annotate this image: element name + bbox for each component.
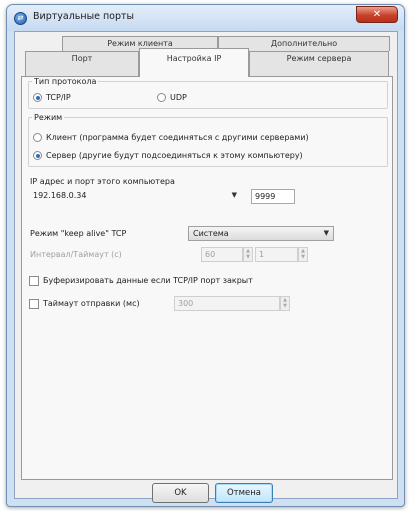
- chevron-down-icon: ▼: [231, 191, 237, 199]
- radio-client-label: Клиент (программа будет соединяться с др…: [46, 133, 309, 142]
- radio-server-label: Сервер (другие будут подсоединяться к эт…: [46, 151, 303, 160]
- radio-client[interactable]: [33, 133, 42, 142]
- keepalive-value: Система: [193, 229, 229, 238]
- dialog-client: Режим клиента Дополнительно Порт Настрой…: [14, 31, 398, 503]
- send-timeout-label: Таймаут отправки (мс): [43, 299, 140, 308]
- timeout-input[interactable]: 1: [255, 247, 298, 262]
- window-title: Виртуальные порты: [33, 11, 135, 22]
- port-input[interactable]: 9999: [251, 189, 295, 204]
- keepalive-select[interactable]: Система ▼: [188, 226, 334, 241]
- buffer-checkbox[interactable]: [29, 276, 39, 286]
- keepalive-label: Режим "keep alive" TCP: [30, 229, 127, 238]
- chevron-down-icon: ▼: [323, 229, 329, 237]
- buffer-label: Буферизировать данные если TCP/IP порт з…: [43, 276, 253, 285]
- send-timeout-spinner[interactable]: ▲ ▼: [280, 296, 290, 311]
- ip-label: IP адрес и порт этого компьютера: [30, 177, 175, 186]
- mode-title: Режим: [32, 113, 65, 122]
- app-icon: ⇄: [14, 12, 27, 25]
- ok-button[interactable]: OK: [152, 483, 209, 503]
- radio-tcpip[interactable]: [33, 93, 42, 102]
- interval-label: Интервал/Таймаут (с): [30, 250, 122, 259]
- tab-ip-settings[interactable]: Настройка IP: [139, 48, 249, 77]
- radio-server[interactable]: [33, 151, 42, 160]
- interval-spinner[interactable]: ▲ ▼: [243, 247, 253, 262]
- radio-tcpip-label: TCP/IP: [46, 93, 71, 102]
- ip-address-combo[interactable]: 192.168.0.34 ▼: [30, 189, 240, 204]
- interval-input[interactable]: 60: [201, 247, 243, 262]
- close-button[interactable]: ✕: [356, 6, 398, 23]
- protocol-title: Тип протокола: [32, 77, 99, 86]
- ip-address-value: 192.168.0.34: [33, 191, 87, 200]
- title-bar[interactable]: ⇄ Виртуальные порты ✕: [7, 5, 404, 31]
- send-timeout-input[interactable]: 300: [174, 296, 280, 311]
- cancel-button[interactable]: Отмена: [215, 483, 273, 503]
- timeout-spinner[interactable]: ▲ ▼: [298, 247, 308, 262]
- tab-port[interactable]: Порт: [25, 51, 139, 76]
- tab-panel: Тип протокола TCP/IP UDP Режим Клиент (п…: [21, 76, 393, 480]
- dialog-window: ⇄ Виртуальные порты ✕ Режим клиента Допо…: [6, 4, 405, 507]
- radio-udp-label: UDP: [170, 93, 187, 102]
- radio-udp[interactable]: [157, 93, 166, 102]
- send-timeout-checkbox[interactable]: [29, 299, 39, 309]
- tab-server-mode[interactable]: Режим сервера: [249, 51, 389, 76]
